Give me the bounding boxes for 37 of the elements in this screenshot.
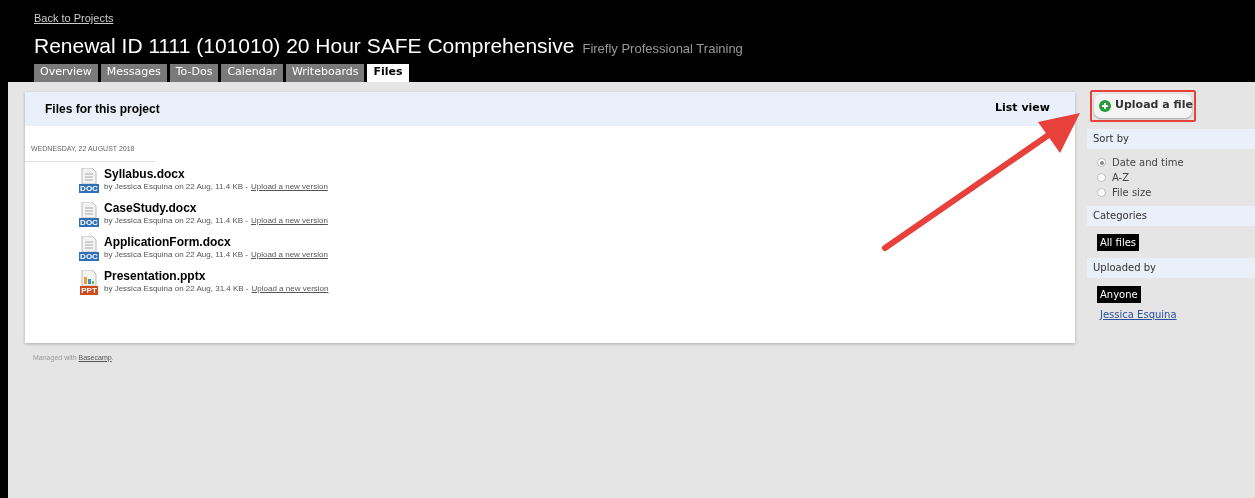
- section-heading: Sort by: [1093, 132, 1129, 146]
- file-type-badge: DOC: [79, 251, 99, 261]
- sort-option: File size: [1112, 186, 1152, 199]
- filter-option[interactable]: Jessica Esquina: [1097, 305, 1180, 323]
- filter-option[interactable]: Anyone: [1097, 285, 1141, 303]
- section-heading: Categories: [1093, 209, 1147, 223]
- back-link[interactable]: Back to Projects: [34, 10, 1229, 27]
- tab[interactable]: Calendar: [221, 63, 283, 82]
- sort-option: A-Z: [1112, 171, 1130, 184]
- tab[interactable]: Overview: [34, 63, 98, 82]
- file-name[interactable]: Syllabus.docx: [104, 166, 328, 181]
- tab[interactable]: Files: [367, 63, 409, 82]
- upload-version-link[interactable]: Upload a new version: [250, 180, 328, 192]
- file-name[interactable]: ApplicationForm.docx: [104, 234, 328, 249]
- tab[interactable]: To-Dos: [169, 63, 219, 82]
- upload-file-button[interactable]: Upload a file: [1094, 93, 1192, 118]
- file-meta: by Jessica Esquina on 22 Aug, 11.4 KB -: [104, 249, 248, 260]
- upload-version-link[interactable]: Upload a new version: [250, 214, 328, 226]
- file-name[interactable]: Presentation.pptx: [104, 268, 329, 283]
- file-type-badge: DOC: [79, 217, 99, 227]
- tab[interactable]: Writeboards: [285, 63, 365, 82]
- file-name[interactable]: CaseStudy.docx: [104, 200, 328, 215]
- filter-option[interactable]: All files: [1097, 233, 1139, 251]
- file-type-badge: DOC: [79, 183, 99, 193]
- file-type-badge: PPT: [80, 285, 98, 295]
- section-heading: Uploaded by: [1093, 261, 1156, 275]
- tab[interactable]: Messages: [100, 63, 167, 82]
- list-view-link[interactable]: List view: [995, 100, 1050, 117]
- company-name: Firefly Professional Training: [582, 39, 743, 58]
- upload-version-link[interactable]: Upload a new version: [251, 282, 329, 294]
- panel-title: Files for this project: [45, 100, 160, 118]
- file-meta: by Jessica Esquina on 22 Aug, 31.4 KB -: [104, 283, 249, 294]
- file-meta: by Jessica Esquina on 22 Aug, 11.4 KB -: [104, 181, 248, 192]
- sort-option: Date and time: [1112, 156, 1184, 169]
- project-title: Renewal ID 1111 (101010) 20 Hour SAFE Comprehensive: [34, 32, 575, 59]
- file-meta: by Jessica Esquina on 22 Aug, 11.4 KB -: [104, 215, 248, 226]
- upload-version-link[interactable]: Upload a new version: [250, 248, 328, 260]
